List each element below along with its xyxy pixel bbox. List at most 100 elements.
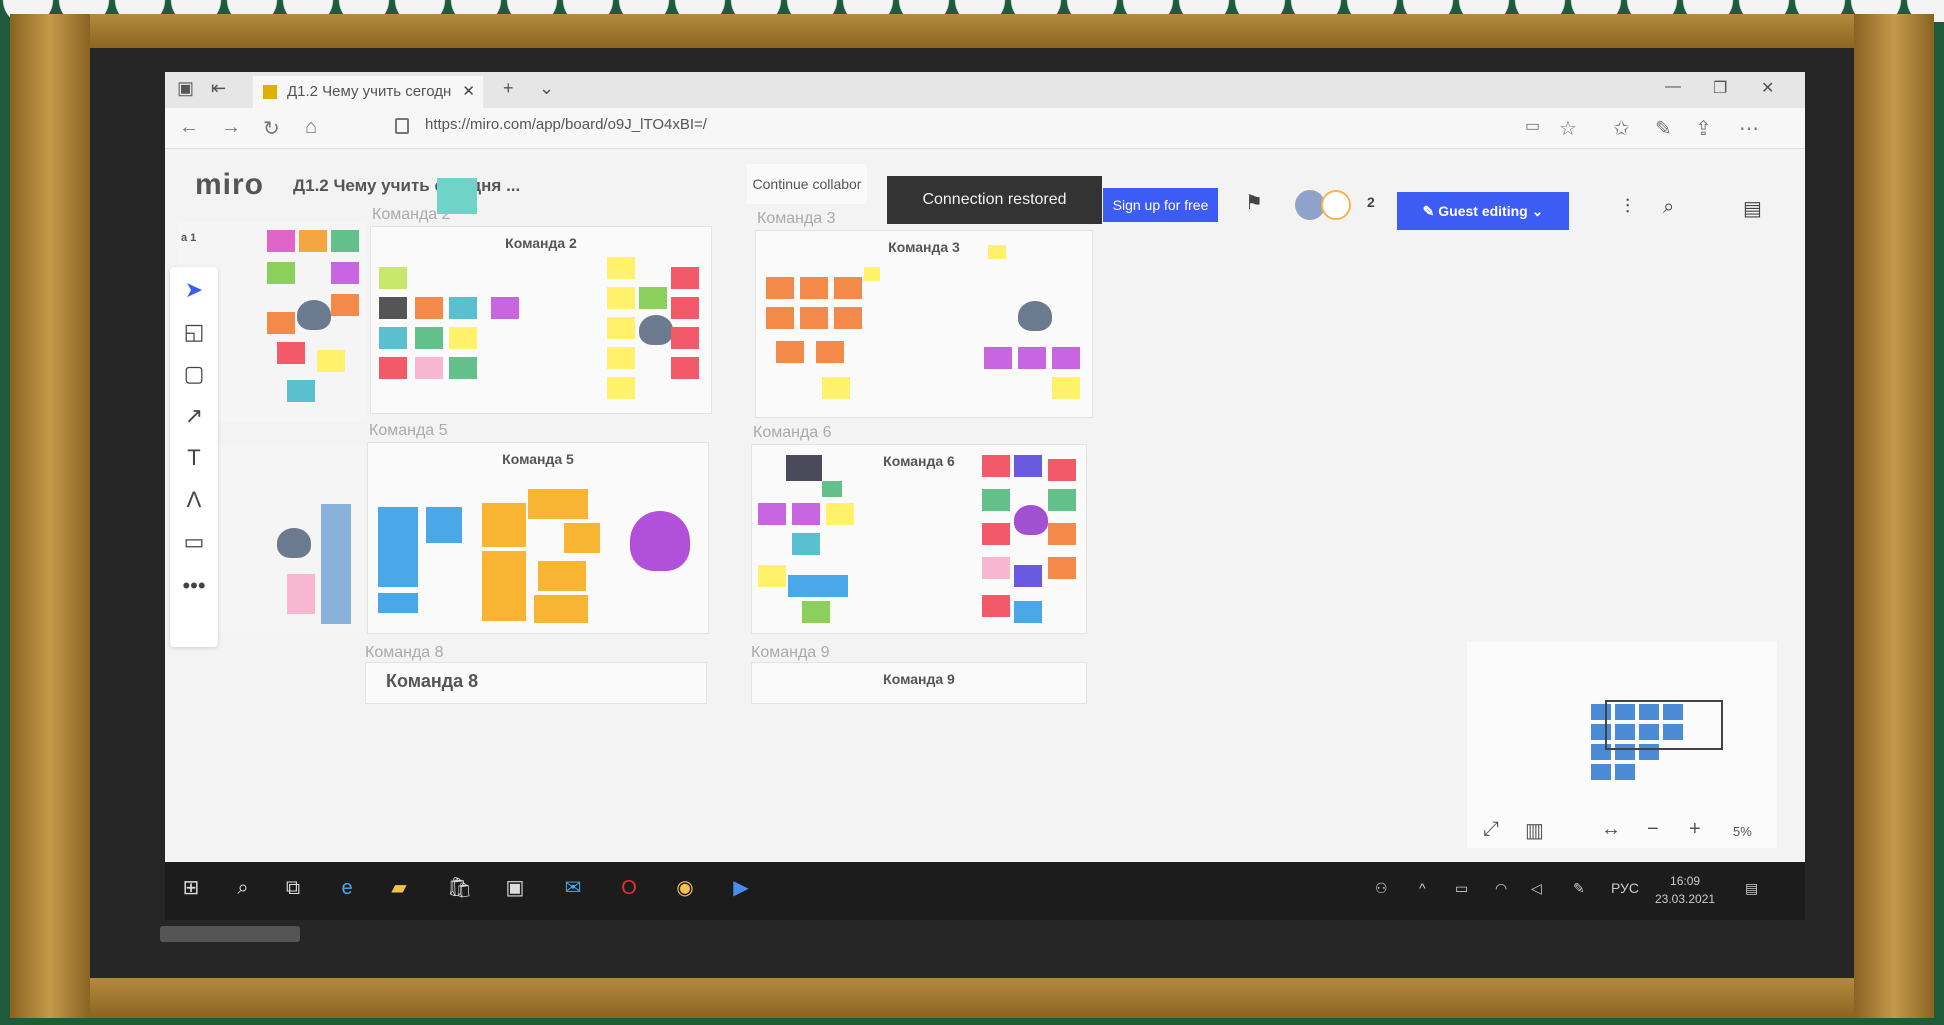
sticky-note[interactable] — [982, 595, 1010, 617]
battery-icon[interactable]: ▭ — [1455, 880, 1468, 897]
search-icon[interactable]: ⌕ — [231, 876, 255, 900]
start-windows-icon[interactable]: ⊞ — [179, 876, 203, 900]
board-frame[interactable]: Команда 3 — [755, 230, 1093, 418]
tray-chevron-icon[interactable]: ^ — [1419, 880, 1426, 896]
share-icon[interactable]: ⇪ — [1695, 116, 1712, 141]
zoom-in-icon[interactable]: + — [1689, 818, 1701, 841]
sticky-note[interactable] — [1014, 601, 1042, 623]
pen-notes-icon[interactable]: ✎ — [1655, 116, 1672, 141]
sticky-note-tool-icon[interactable]: ◱ — [170, 319, 218, 345]
sticky-note[interactable] — [449, 327, 477, 349]
text-tool-icon[interactable]: T — [170, 445, 218, 471]
sticky-note[interactable] — [1014, 455, 1042, 477]
sticky-note[interactable] — [534, 595, 588, 623]
sticky-note[interactable] — [415, 357, 443, 379]
sticky-note[interactable] — [671, 357, 699, 379]
sticky-note[interactable] — [1014, 565, 1042, 587]
close-window-icon[interactable]: ✕ — [1761, 78, 1774, 98]
opera-icon[interactable]: O — [617, 876, 641, 900]
sticky-note[interactable] — [415, 327, 443, 349]
sticky-note[interactable] — [491, 297, 519, 319]
frame-label[interactable]: Команда 3 — [757, 210, 836, 228]
sticky-note[interactable] — [267, 230, 295, 252]
board-frame[interactable]: Команда 5 — [367, 442, 709, 634]
home-icon[interactable]: ⌂ — [305, 116, 317, 139]
sticky-note[interactable] — [671, 267, 699, 289]
board-title[interactable]: Д1.2 Чему учить сегодня ... — [293, 176, 520, 196]
sticky-note[interactable] — [800, 277, 828, 299]
clock[interactable]: 16:09 23.03.2021 — [1655, 872, 1715, 908]
sticky-note[interactable] — [378, 593, 418, 613]
store-icon[interactable]: 🛍 — [447, 876, 472, 900]
more-icon[interactable]: ⋯ — [1739, 116, 1759, 141]
sticky-note[interactable] — [988, 245, 1006, 259]
reading-view-icon[interactable]: ▭ — [1525, 116, 1540, 136]
sticky-note[interactable] — [984, 347, 1012, 369]
sticky-note[interactable] — [426, 507, 462, 543]
frame-label[interactable]: Команда 6 — [753, 424, 832, 442]
sticky-note[interactable] — [449, 297, 477, 319]
sticky-note[interactable] — [822, 481, 842, 497]
sticky-note[interactable] — [379, 297, 407, 319]
sticky-note[interactable] — [564, 523, 600, 553]
continue-collaborating-banner[interactable]: Continue collabor — [747, 164, 867, 204]
minimap[interactable] — [1467, 642, 1777, 848]
snip-tool-icon[interactable]: ▣ — [503, 876, 527, 900]
map-icon[interactable]: ▥ — [1525, 818, 1544, 843]
browser-tab[interactable]: Д1.2 Чему учить сегодн ✕ — [253, 76, 483, 108]
minimize-icon[interactable]: — — [1665, 78, 1681, 96]
sticky-note[interactable] — [671, 327, 699, 349]
sticky-note[interactable] — [267, 262, 295, 284]
wifi-icon[interactable]: ◠ — [1495, 880, 1507, 897]
frame-label[interactable]: Команда 8 — [365, 644, 444, 662]
sticky-note[interactable] — [766, 277, 794, 299]
guest-editing-button[interactable]: ✎ Guest editing ⌄ — [1397, 192, 1569, 230]
sticky-note[interactable] — [538, 561, 586, 591]
sticky-note[interactable] — [788, 575, 848, 597]
frame-label[interactable]: Команда 9 — [751, 644, 830, 662]
sticky-note[interactable] — [826, 503, 854, 525]
edge-browser-icon[interactable]: e — [335, 876, 359, 900]
mail-icon[interactable]: ✉ — [561, 876, 585, 900]
notifications-icon[interactable]: ▤ — [1745, 880, 1758, 897]
search-icon[interactable]: ⌕ — [1663, 196, 1674, 219]
sticky-note[interactable] — [1052, 347, 1080, 369]
sticky-note[interactable] — [834, 307, 862, 329]
sticky-note[interactable] — [287, 574, 315, 614]
fit-width-icon[interactable]: ↔ — [1601, 818, 1621, 841]
set-aside-tabs-icon[interactable]: ⇤ — [211, 78, 226, 99]
sticky-note[interactable] — [982, 489, 1010, 511]
sign-up-button[interactable]: Sign up for free — [1103, 188, 1218, 222]
sticky-note[interactable] — [607, 287, 635, 309]
sticky-note[interactable] — [816, 341, 844, 363]
board-frame[interactable]: Команда 8 — [365, 662, 707, 704]
sticky-note[interactable] — [378, 507, 418, 587]
sticky-note[interactable] — [639, 287, 667, 309]
more-tools-icon[interactable]: ••• — [170, 573, 218, 599]
pen-workspace-icon[interactable]: ✎ — [1573, 880, 1585, 897]
shape-tool-icon[interactable]: ▢ — [170, 361, 218, 387]
connection-line-icon[interactable]: ↗ — [170, 403, 218, 429]
sticky-note[interactable] — [1052, 377, 1080, 399]
new-tab-button[interactable]: + — [503, 78, 514, 99]
sticky-note[interactable] — [834, 277, 862, 299]
board-frame[interactable]: Команда 6 — [751, 444, 1087, 634]
tab-list-chevron-icon[interactable]: ⌄ — [539, 78, 554, 99]
sticky-note[interactable] — [776, 341, 804, 363]
task-view-icon[interactable]: ⧉ — [281, 876, 305, 900]
tab-actions-icon[interactable]: ▣ — [177, 78, 194, 99]
pen-tool-icon[interactable]: Λ — [170, 487, 218, 513]
sticky-note[interactable] — [766, 307, 794, 329]
sticky-note[interactable] — [1048, 489, 1076, 511]
chrome-icon[interactable]: ◉ — [673, 876, 697, 900]
back-icon[interactable]: ← — [179, 116, 199, 139]
board-frame[interactable]: Команда 2 — [370, 226, 712, 414]
sticky-note[interactable] — [607, 347, 635, 369]
sticky-note[interactable] — [792, 533, 820, 555]
sticky-note[interactable] — [317, 350, 345, 372]
sticky-note[interactable] — [1048, 557, 1076, 579]
minimap-viewport[interactable] — [1605, 700, 1723, 750]
sticky-note[interactable] — [331, 294, 359, 316]
volume-icon[interactable]: ◁ — [1531, 880, 1542, 897]
comment-tool-icon[interactable]: ▭ — [170, 529, 218, 555]
